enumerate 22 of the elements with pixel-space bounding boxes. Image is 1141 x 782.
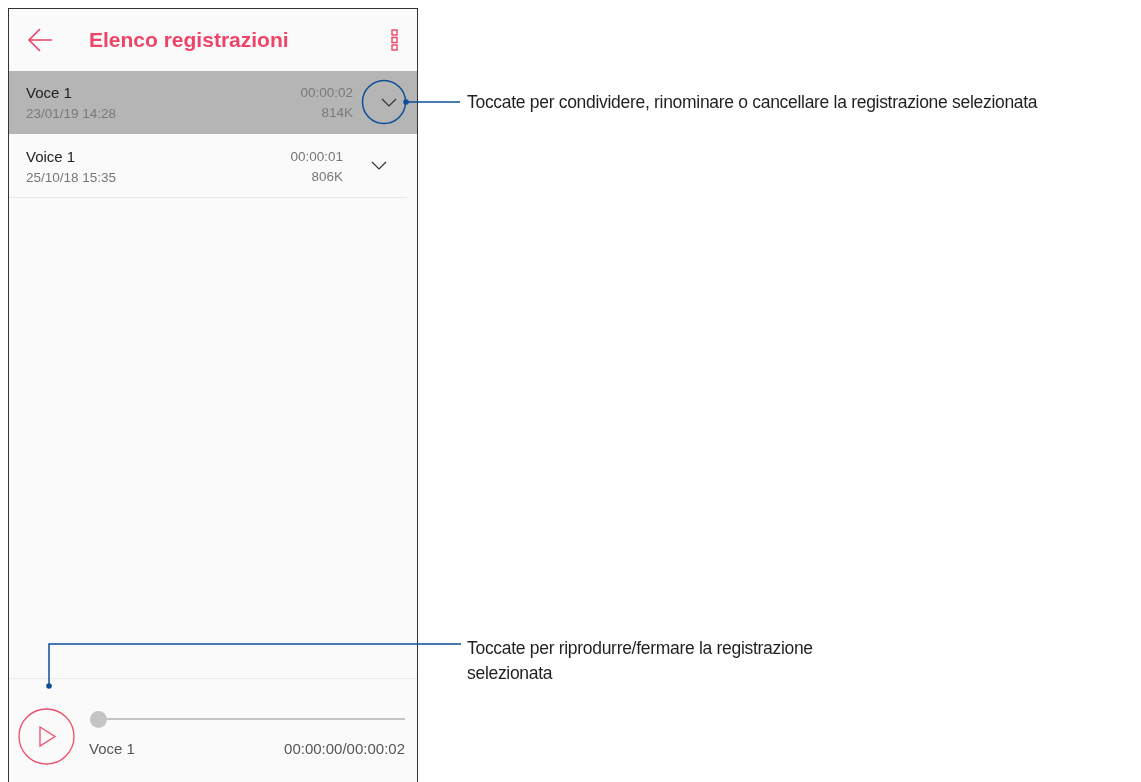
slider-thumb[interactable] bbox=[89, 710, 107, 728]
recording-duration: 00:00:02 bbox=[300, 85, 353, 100]
progress-slider[interactable] bbox=[89, 710, 405, 728]
chevron-down-icon[interactable] bbox=[381, 97, 397, 108]
recording-duration: 00:00:01 bbox=[290, 148, 343, 164]
recording-size: 814K bbox=[321, 105, 353, 120]
play-button[interactable] bbox=[18, 708, 75, 765]
track-name: Voce 1 bbox=[89, 740, 135, 757]
recording-date: 23/01/19 14:28 bbox=[26, 106, 118, 121]
recording-name: Voce 1 bbox=[26, 84, 73, 101]
playback-time: 00:00:00/00:00:02 bbox=[284, 740, 405, 757]
more-menu-icon[interactable] bbox=[391, 29, 399, 51]
recording-row[interactable]: Voce 1 23/01/19 14:28 00:00:02 814K bbox=[9, 71, 417, 134]
recording-name: Voice 1 bbox=[26, 147, 77, 165]
recording-date: 25/10/18 15:35 bbox=[26, 169, 118, 185]
screen-title: Elenco registrazioni bbox=[89, 28, 290, 52]
recording-size: 806K bbox=[311, 168, 343, 184]
callout-text: Toccate per riprodurre/fermare la registrazione selezionata bbox=[467, 637, 814, 685]
recording-row[interactable]: Voice 1 25/10/18 15:35 00:00:01 806K bbox=[9, 135, 407, 198]
callout-text: Toccate per condividere, rinominare o cancellare la registrazione selezionata bbox=[467, 91, 1038, 114]
chevron-down-icon[interactable] bbox=[371, 161, 387, 171]
back-arrow-icon[interactable] bbox=[27, 27, 53, 53]
